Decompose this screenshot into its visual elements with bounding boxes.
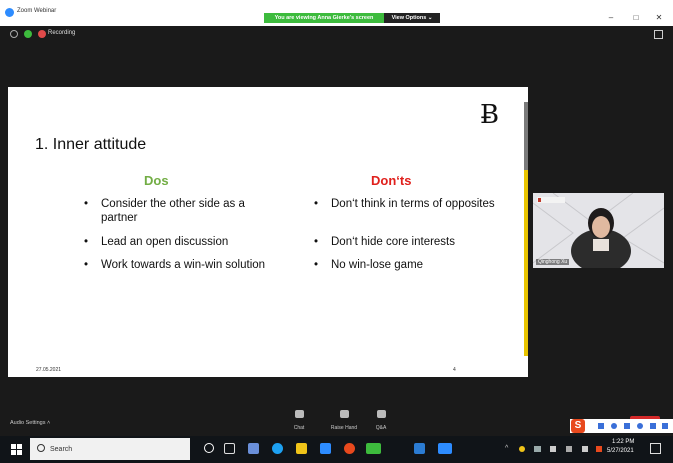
zoom-app-icon[interactable]	[320, 443, 331, 454]
fullscreen-icon[interactable]	[654, 30, 663, 39]
bullet: •	[84, 198, 89, 210]
bullet: •	[314, 198, 319, 210]
chat-button[interactable]: Chat	[286, 410, 312, 431]
bullet: •	[84, 236, 89, 248]
meeting-status-row	[0, 26, 673, 42]
view-options-button[interactable]: View Options ⌄	[384, 13, 440, 23]
zoom-active-icon[interactable]	[438, 443, 452, 454]
ime-logo-icon[interactable]: S	[571, 419, 585, 433]
taskbar-app-icon[interactable]	[248, 443, 259, 454]
windows-start-icon[interactable]	[11, 444, 23, 456]
security-shield-icon[interactable]	[24, 30, 32, 38]
network-icon[interactable]	[534, 446, 541, 452]
taskbar-search-placeholder: Search	[50, 446, 73, 453]
recording-label: Recording	[48, 30, 76, 36]
show-hidden-icons-icon[interactable]: ^	[505, 445, 508, 452]
cortana-icon[interactable]	[204, 443, 214, 453]
donts-item-text: Don‘t think in terms of opposites	[331, 198, 495, 210]
minimize-button[interactable]: –	[604, 13, 618, 22]
raise-hand-button[interactable]: Raise Hand	[324, 410, 364, 431]
dos-item: • Lead an open discussion	[84, 235, 274, 249]
word-icon[interactable]	[414, 443, 425, 454]
slide-page-number: 4	[453, 367, 456, 373]
qa-icon	[376, 410, 386, 418]
zoom-logo-icon	[5, 8, 14, 17]
dos-heading: Dos	[144, 173, 169, 188]
donts-heading: Don‘ts	[371, 173, 412, 188]
ime-icon[interactable]	[598, 423, 604, 429]
slide-logo: Ƀ	[480, 100, 500, 130]
window-title: Zoom Webinar	[17, 8, 57, 14]
ime-icon[interactable]	[624, 423, 630, 429]
donts-item: • Don‘t hide core interests	[314, 235, 514, 249]
bullet: •	[314, 236, 319, 248]
dos-item-text: Work towards a win-win solution	[101, 259, 266, 271]
dos-item-text: Consider the other side as a partner	[101, 198, 245, 224]
slide-scrollbar-track[interactable]	[524, 102, 528, 170]
audio-settings-button[interactable]: Audio Settings ˄	[10, 420, 50, 426]
file-explorer-icon[interactable]	[296, 443, 307, 454]
dos-item: • Consider the other side as a partner	[84, 197, 274, 225]
raise-hand-icon	[339, 410, 349, 418]
maximize-button[interactable]: □	[629, 13, 643, 22]
ime-tray-icon[interactable]	[596, 446, 602, 452]
participant-video[interactable]	[533, 193, 664, 268]
chat-icon	[294, 410, 304, 418]
viewing-screen-banner: You are viewing Anna Gierke's screen	[264, 13, 384, 23]
donts-item: • No win-lose game	[314, 258, 514, 272]
qa-button[interactable]: Q&A	[368, 410, 394, 431]
ime-icon[interactable]	[637, 423, 643, 429]
pen-icon[interactable]	[566, 446, 572, 452]
close-button[interactable]: ✕	[652, 13, 666, 22]
notifications-icon[interactable]	[650, 443, 661, 454]
volume-icon[interactable]	[550, 446, 556, 452]
dos-item: • Work towards a win-win solution	[84, 258, 274, 272]
participant-video-image	[533, 193, 664, 268]
recording-icon	[38, 30, 46, 38]
edge-browser-icon[interactable]	[272, 443, 283, 454]
donts-item-text: Don‘t hide core interests	[331, 236, 456, 248]
bullet: •	[314, 259, 319, 271]
search-icon	[37, 444, 45, 452]
shared-slide	[8, 87, 528, 377]
bullet: •	[84, 259, 89, 271]
ime-icon[interactable]	[662, 423, 668, 429]
participant-name-label: Qinghong Xu	[536, 259, 570, 265]
qa-label: Q&A	[375, 425, 387, 431]
raise-hand-label: Raise Hand	[330, 425, 358, 431]
dos-item-text: Lead an open discussion	[101, 236, 229, 248]
wechat-icon[interactable]	[366, 443, 381, 454]
chat-label: Chat	[293, 425, 305, 431]
taskbar-clock-time[interactable]: 1:22 PM	[612, 439, 634, 445]
battery-icon[interactable]	[582, 446, 588, 452]
task-view-icon[interactable]	[224, 443, 235, 454]
tray-app-icon[interactable]	[519, 446, 525, 452]
slide-scrollbar-thumb[interactable]	[524, 170, 528, 356]
taskbar-clock-date[interactable]: 5/27/2021	[607, 448, 634, 454]
chrome-icon[interactable]	[344, 443, 355, 454]
slide-title: 1. Inner attitude	[35, 136, 147, 153]
ime-icon[interactable]	[611, 423, 617, 429]
ime-toolbar[interactable]	[570, 419, 673, 433]
donts-item: • Don‘t think in terms of opposites	[314, 197, 514, 211]
donts-item-text: No win-lose game	[331, 259, 424, 271]
slide-date: 27.05.2021	[36, 367, 62, 373]
info-icon[interactable]	[10, 30, 18, 38]
ime-icon[interactable]	[650, 423, 656, 429]
